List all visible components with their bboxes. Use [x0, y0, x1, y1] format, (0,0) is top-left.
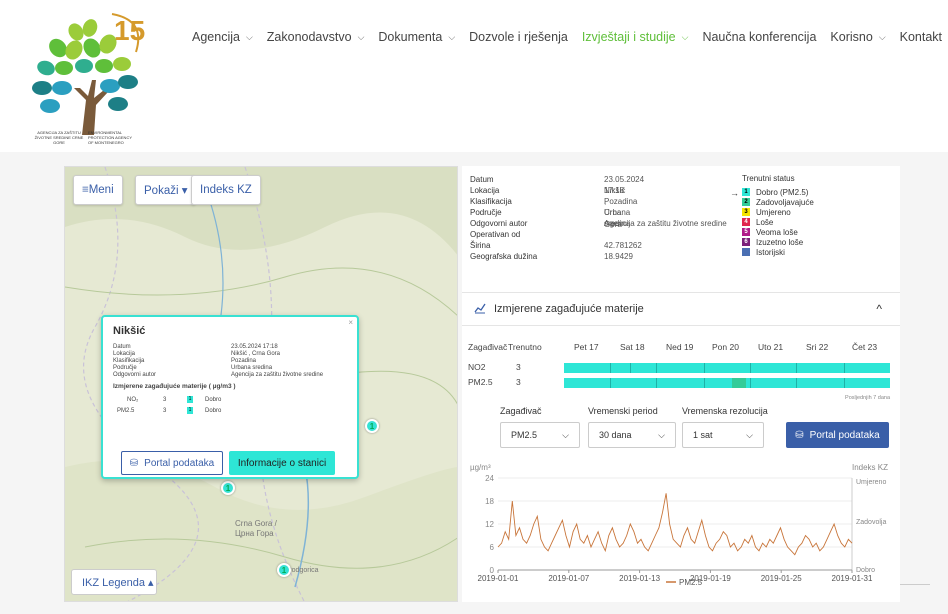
map-view[interactable]: ≡Meni Pokaži ▾ Indeks KZ Crna Gora / Црн…	[64, 166, 458, 602]
logo-text-right: ENVIRONMENTAL PROTECTION AGENCY OF MONTE…	[88, 130, 132, 145]
logo-text-left: AGENCIJA ZA ZAŠTITU ŽIVOTNE SREDINE CRNE…	[34, 130, 84, 145]
pollutant-timeline-bar[interactable]	[564, 363, 890, 373]
right-index-label: Dobro	[856, 567, 875, 574]
section-title: Izmjerene zagađujuće materije	[494, 303, 644, 315]
station-panel: Datum 23.05.2024 17:18 Lokacija Nikšić , C…	[462, 166, 900, 602]
chart-line-icon	[474, 302, 486, 317]
close-icon[interactable]: ×	[348, 318, 353, 327]
map-show-button[interactable]: Pokaži ▾	[135, 175, 197, 205]
nav-item-konferencija[interactable]: Naučna konferencija	[702, 30, 816, 44]
nav-item-dokumenta[interactable]: Dokumenta ⌵	[378, 30, 455, 44]
map-menu-button[interactable]: ≡Meni	[73, 175, 123, 205]
right-index-label: Zadovolja	[856, 519, 886, 526]
period-select[interactable]: 30 dana ⌵	[588, 422, 676, 448]
y-tick-label: 18	[485, 497, 494, 506]
last-7-days-note: Posljednjih 7 dana	[845, 395, 890, 401]
resolution-select[interactable]: 1 sat ⌵	[682, 422, 764, 448]
pollutant-timeline-bar[interactable]	[564, 378, 890, 388]
database-icon: ⛁	[129, 457, 139, 469]
nav-item-izvjestaji[interactable]: Izvještaji i studije ⌵	[582, 30, 689, 44]
y-tick-label: 6	[490, 543, 495, 552]
chevron-down-icon: ⌵	[357, 31, 365, 42]
chevron-down-icon: ⌵	[448, 31, 456, 42]
chevron-down-icon: ⌵	[245, 31, 253, 42]
nav-item-kontakt[interactable]: Kontakt	[900, 30, 942, 44]
station-info-button[interactable]: Informacije o stanici	[229, 451, 335, 475]
pollutant-label: Zagađivač	[500, 406, 542, 416]
agency-logo[interactable]: 15	[28, 10, 148, 145]
y-tick-label: 24	[485, 474, 494, 483]
legend-label: PM2.5	[679, 578, 703, 587]
pollutant-row[interactable]: NO2 3	[468, 362, 521, 372]
chart-svg: µg/m³ Indeks KZ06121824 UmjerenoZadovoljaD…	[470, 463, 888, 587]
pm25-chart: µg/m³ Indeks KZ 0 6 12 18 24 Umjereno Zadovolja D…	[470, 458, 892, 595]
y-axis-label-right: Indeks KZ	[852, 463, 888, 472]
portal-button[interactable]: ⛁ Portal podataka	[786, 422, 889, 448]
station-marker[interactable]: 1	[277, 563, 291, 577]
right-index-label: Umjereno	[856, 479, 886, 486]
nav-item-agencija[interactable]: Agencija ⌵	[192, 30, 253, 44]
chevron-down-icon: ⌵	[681, 31, 689, 42]
pollutant-row[interactable]: PM2.5 3	[468, 377, 521, 387]
nav-item-korisno[interactable]: Korisno ⌵	[830, 30, 885, 44]
chevron-down-icon: ⌵	[878, 31, 886, 42]
y-tick-label: 12	[485, 520, 494, 529]
map-label-city: Podgorica	[287, 567, 319, 574]
popup-title: Nikšić	[113, 325, 146, 337]
chevron-down-icon: ⌵	[746, 429, 753, 440]
x-tick-label: 2019-01-07	[548, 574, 589, 583]
ikz-legend-button[interactable]: IKZ Legenda ▴	[71, 569, 157, 595]
map-label-country: Crna Gora /	[235, 519, 277, 528]
station-marker[interactable]: 1	[221, 481, 235, 495]
nav-item-zakonodavstvo[interactable]: Zakonodavstvo ⌵	[267, 30, 365, 44]
x-tick-label: 2019-01-13	[619, 574, 660, 583]
y-axis-label: µg/m³	[470, 463, 491, 472]
arrow-right-icon: →	[730, 188, 739, 198]
index-badge: 1	[187, 396, 193, 403]
current-status: → Trenutni status 1 Dobro (PM2.5) 2 Zadovo…	[730, 174, 814, 257]
nav-item-dozvole[interactable]: Dozvole i rješenja	[469, 30, 568, 44]
popup-portal-button[interactable]: ⛁ Portal podataka	[121, 451, 223, 475]
map-label-country-cyr: Црна Гора	[235, 529, 274, 538]
pollutants-section-toggle[interactable]: Izmjerene zagađujuće materije ^	[462, 292, 900, 326]
chevron-down-icon: ⌵	[658, 429, 665, 440]
resolution-label: Vremenska rezolucija	[682, 406, 768, 416]
x-tick-label: 2019-01-31	[832, 574, 873, 583]
popup-pollutants-title: Izmjerene zagađujuće materije ( µg/m3 )	[113, 383, 236, 390]
database-icon: ⛁	[795, 429, 804, 441]
chevron-down-icon: ⌵	[562, 429, 569, 440]
station-popup: × Nikšić Datum 23.05.2024 17:18 Lokacija N…	[101, 315, 359, 479]
main-nav: Agencija ⌵ Zakonodavstvo ⌵ Dokumenta ⌵ Dozv…	[192, 26, 948, 48]
map-index-button[interactable]: Indeks KZ	[191, 175, 261, 205]
station-marker[interactable]: 1	[365, 419, 379, 433]
popup-info-table: Datum 23.05.2024 17:18 Lokacija Nikšić , C…	[113, 343, 324, 378]
x-tick-label: 2019-01-25	[761, 574, 802, 583]
pollutant-select[interactable]: PM2.5 ⌵	[500, 422, 580, 448]
index-badge: 1	[187, 407, 193, 414]
status-title: Trenutni status	[742, 174, 795, 183]
x-tick-label: 2019-01-01	[478, 574, 519, 583]
site-header: 15 AGENCIJA ZA ZAŠTITU ŽIVOTNE SREDINE C…	[0, 0, 948, 152]
divider	[900, 584, 930, 585]
chevron-up-icon: ^	[876, 302, 882, 316]
period-label: Vremenski period	[588, 406, 658, 416]
popup-pollutants-table: NO₂ 3 1 Dobro PM2.5 3 1 Dobro	[117, 396, 222, 414]
